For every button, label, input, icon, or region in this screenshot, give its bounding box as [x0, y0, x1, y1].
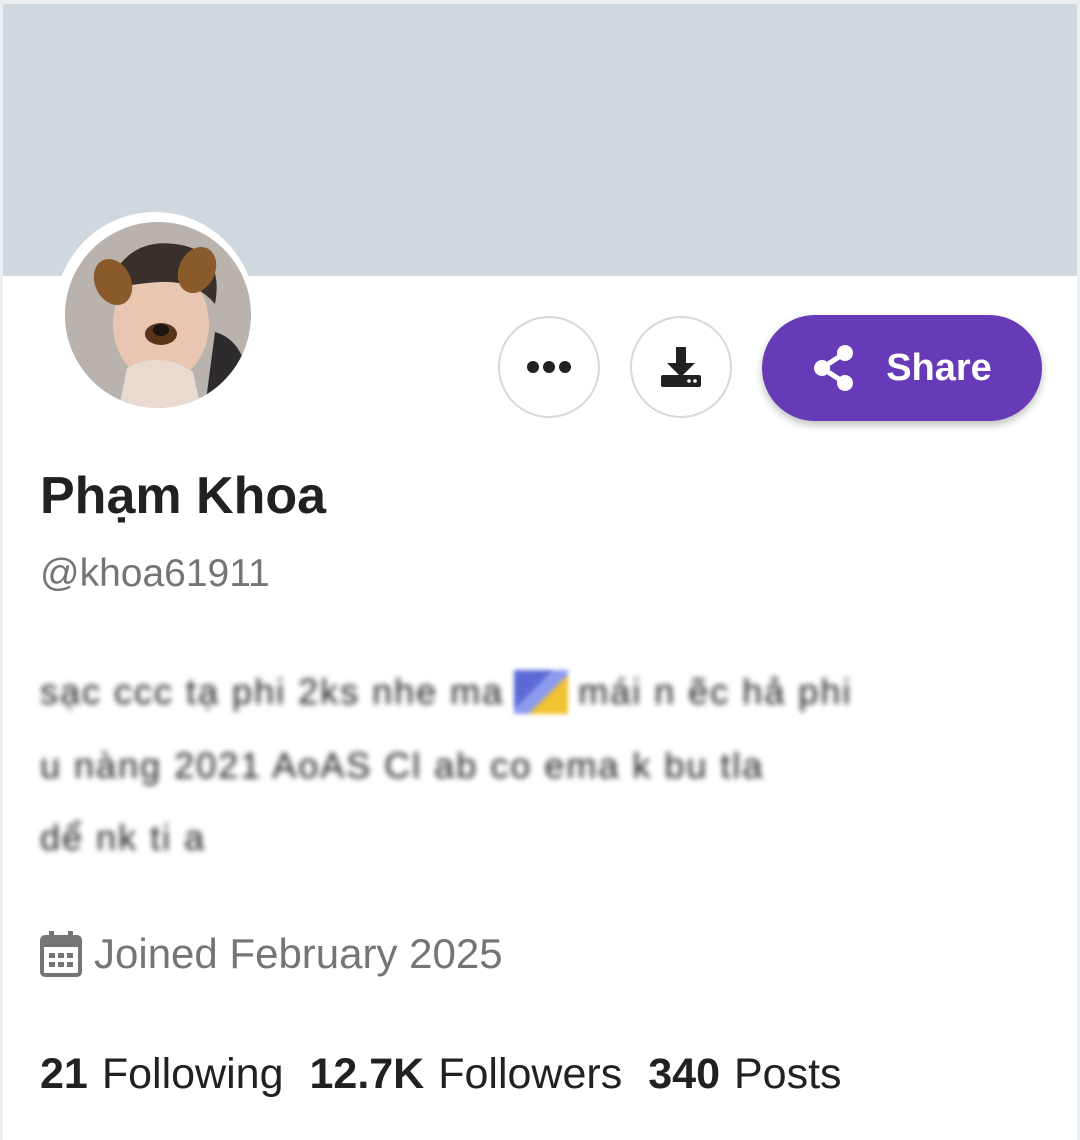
bio-line-text: sạc ccc tạ phi 2ks nhe ma: [40, 671, 505, 712]
more-horizontal-icon: [527, 361, 571, 373]
bio-line: dể nk ti a: [40, 817, 207, 858]
following-count: 21: [40, 1050, 88, 1098]
calendar-icon: [40, 931, 82, 977]
following-label: Following: [101, 1050, 284, 1098]
joined-date: Joined February 2025: [40, 930, 503, 978]
bio-line: u nàng 2021 AoAS Cl ab co ema k bu tla: [40, 745, 765, 786]
followers-count: 12.7K: [309, 1050, 425, 1098]
bio-line-text: mái n ẽc hả phi: [578, 671, 853, 712]
joined-date-label: Joined February 2025: [94, 930, 503, 977]
posts-stat[interactable]: 340 Posts: [648, 1050, 841, 1099]
profile-name: Phạm Khoa: [40, 467, 327, 525]
followers-stat[interactable]: 12.7K Followers: [309, 1050, 622, 1099]
profile-stats: 21 Following 12.7K Followers 340 Posts: [40, 1050, 842, 1099]
bio-line-text: dể nk ti a: [40, 817, 207, 858]
share-icon: [814, 345, 854, 391]
more-button[interactable]: [498, 316, 600, 418]
profile-bio: sạc ccc tạ phi 2ks nhe ma mái n ẽc hả ph…: [40, 660, 1020, 860]
posts-count: 340: [648, 1050, 720, 1098]
bio-emoji-icon: [514, 670, 569, 714]
profile-card: Share Phạm Khoa @khoa61911 sạc ccc tạ ph…: [0, 0, 1080, 1140]
followers-label: Followers: [438, 1050, 623, 1098]
download-button[interactable]: [630, 316, 732, 418]
profile-handle: @khoa61911: [40, 552, 270, 595]
share-button-label: Share: [886, 346, 992, 389]
following-stat[interactable]: 21 Following: [40, 1050, 283, 1099]
bio-line: sạc ccc tạ phi 2ks nhe ma mái n ẽc hả ph…: [40, 670, 853, 714]
posts-label: Posts: [733, 1050, 842, 1098]
avatar[interactable]: [65, 222, 251, 408]
bio-line-text: u nàng 2021 AoAS Cl ab co ema k bu tla: [40, 745, 765, 786]
download-icon: [661, 347, 701, 387]
avatar-photo-icon: [65, 222, 251, 408]
share-button[interactable]: Share: [762, 315, 1042, 421]
